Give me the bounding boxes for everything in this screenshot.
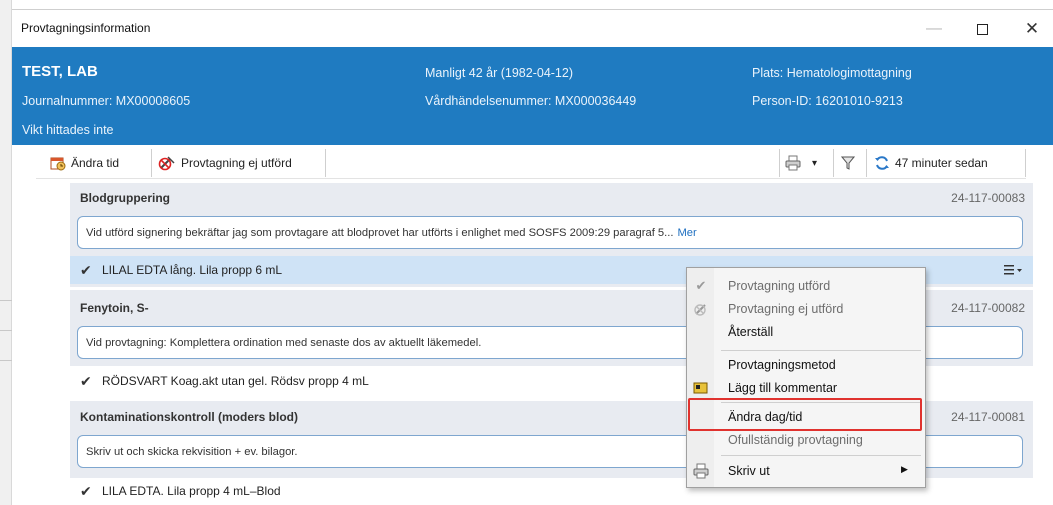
section-title: Fenytoin, S- <box>80 301 149 315</box>
toolbar-divider <box>779 149 780 177</box>
section-id: 24-117-00083 <box>951 191 1025 205</box>
section-title: Kontaminationskontroll (moders blod) <box>80 410 298 424</box>
refresh-button[interactable]: 47 minuter sedan <box>874 152 988 174</box>
close-button[interactable]: ✕ <box>1012 14 1052 44</box>
comment-icon <box>693 380 709 396</box>
print-dropdown-icon[interactable]: ▾ <box>812 158 817 169</box>
window-title: Provtagningsinformation <box>21 21 151 35</box>
context-menu: ✔ Provtagning utförd Provtagning ej utfö… <box>686 267 926 488</box>
filter-button[interactable] <box>841 152 855 174</box>
section-note: Vid utförd signering bekräftar jag som p… <box>77 216 1023 249</box>
syringe-cancel-icon <box>693 301 709 317</box>
check-icon: ✔ <box>695 278 707 293</box>
menu-separator <box>721 455 921 456</box>
print-button[interactable]: ▾ <box>785 152 817 174</box>
check-icon: ✔ <box>80 483 92 499</box>
refresh-label: 47 minuter sedan <box>895 156 988 170</box>
toolbar-divider <box>833 149 834 177</box>
check-icon: ✔ <box>80 373 92 389</box>
section-header: Blodgruppering 24-117-00083 <box>70 183 1033 213</box>
printer-icon <box>785 155 801 171</box>
section-id: 24-117-00082 <box>951 301 1025 315</box>
menu-item-lagg-till-kommentar[interactable]: Lägg till kommentar <box>687 377 925 399</box>
toolbar-divider <box>1025 149 1026 177</box>
toolbar-divider <box>325 149 326 177</box>
left-strip <box>0 0 12 505</box>
menu-item-label: Skriv ut <box>728 464 770 478</box>
toolbar: Ändra tid Provtagning ej utförd ▾ 47 min… <box>36 147 1026 179</box>
more-link[interactable]: Mer <box>677 227 696 239</box>
menu-item-label: Återställ <box>728 325 774 339</box>
sample-label: LILAL EDTA lång. Lila propp 6 mL <box>102 263 283 277</box>
patient-name: TEST, LAB <box>22 63 98 80</box>
menu-item-skriv-ut[interactable]: Skriv ut ▶ <box>687 460 925 482</box>
note-text: Vid utförd signering bekräftar jag som p… <box>86 227 697 239</box>
printer-icon <box>693 463 709 479</box>
menu-separator <box>721 350 921 351</box>
person-id: Person-ID: 16201010-9213 <box>752 94 903 108</box>
sample-label: RÖDSVART Koag.akt utan gel. Rödsv propp … <box>102 374 369 388</box>
maximize-icon <box>976 23 988 35</box>
menu-item-label: Ofullständig provtagning <box>728 433 863 447</box>
note-text: Skriv ut och skicka rekvisition + ev. bi… <box>86 446 298 458</box>
journal-number: Journalnummer: MX00008605 <box>22 94 191 108</box>
patient-header: TEST, LAB Journalnummer: MX00008605 Vikt… <box>12 47 1053 145</box>
not-performed-label: Provtagning ej utförd <box>181 156 292 170</box>
gender-age: Manligt 42 år (1982-04-12) <box>425 66 573 80</box>
calendar-clock-icon <box>50 157 66 171</box>
title-bar: Provtagningsinformation — ✕ <box>12 9 1053 47</box>
toolbar-divider <box>151 149 152 177</box>
menu-item-ofullstandig-provtagning[interactable]: Ofullständig provtagning <box>687 429 925 451</box>
section-title: Blodgruppering <box>80 191 170 205</box>
menu-item-label: Provtagning ej utförd <box>728 302 844 316</box>
minimize-button[interactable]: — <box>914 14 954 44</box>
submenu-arrow-icon: ▶ <box>901 464 908 474</box>
maximize-button[interactable] <box>962 14 1002 44</box>
sample-label: LILA EDTA. Lila propp 4 mL–Blod <box>102 484 281 498</box>
location: Plats: Hematologimottagning <box>752 66 912 80</box>
not-performed-button[interactable]: Provtagning ej utförd <box>158 152 292 174</box>
refresh-icon <box>875 156 889 170</box>
menu-item-provtagning-utford[interactable]: ✔ Provtagning utförd <box>687 275 925 297</box>
encounter-number: Vårdhändelsenummer: MX000036449 <box>425 94 637 108</box>
change-time-label: Ändra tid <box>71 156 120 170</box>
menu-item-label: Provtagning utförd <box>728 279 831 293</box>
highlight-box <box>688 398 922 431</box>
note-text: Vid provtagning: Komplettera ordination … <box>86 337 482 349</box>
menu-item-label: Provtagningsmetod <box>728 358 836 372</box>
check-icon: ✔ <box>80 262 92 278</box>
toolbar-divider <box>866 149 867 177</box>
menu-item-provtagningsmetod[interactable]: Provtagningsmetod <box>687 354 925 376</box>
change-time-button[interactable]: Ändra tid <box>50 152 119 174</box>
menu-item-aterstall[interactable]: Återställ <box>687 321 925 343</box>
app-window: Provtagningsinformation — ✕ TEST, LAB Jo… <box>0 0 1053 505</box>
section-id: 24-117-00081 <box>951 410 1025 424</box>
syringe-cancel-icon <box>158 156 175 171</box>
weight-note: Vikt hittades inte <box>22 123 114 137</box>
menu-item-label: Lägg till kommentar <box>728 381 838 395</box>
row-menu-icon[interactable] <box>1003 264 1023 276</box>
note-body: Vid utförd signering bekräftar jag som p… <box>86 227 674 239</box>
menu-item-provtagning-ej-utford[interactable]: Provtagning ej utförd <box>687 298 925 320</box>
filter-icon <box>841 156 855 170</box>
